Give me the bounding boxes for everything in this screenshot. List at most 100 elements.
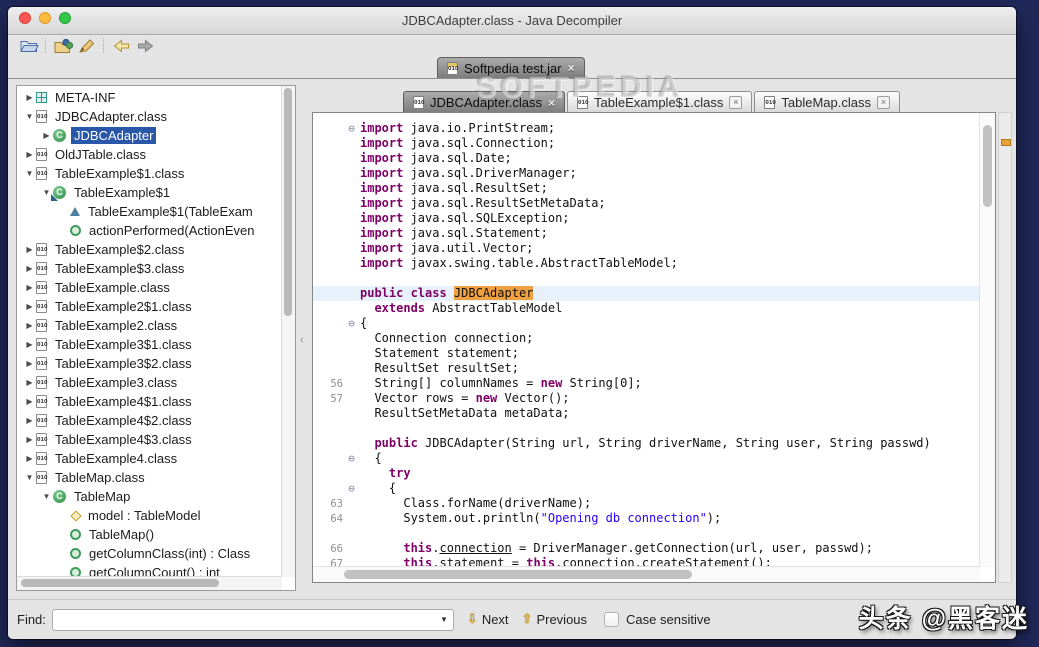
tree-item-tableexample4-1-class[interactable]: ▶010TableExample4$1.class xyxy=(17,392,282,411)
scrollbar-thumb[interactable] xyxy=(344,570,692,579)
title-bar[interactable]: JDBCAdapter.class - Java Decompiler xyxy=(8,7,1016,35)
window-title: JDBCAdapter.class - Java Decompiler xyxy=(8,7,1016,34)
expand-arrow-icon[interactable]: ▼ xyxy=(23,473,36,482)
tree-item-tableexample2-1-class[interactable]: ▶010TableExample2$1.class xyxy=(17,297,282,316)
next-arrow-icon: ⇩ xyxy=(467,612,478,627)
tree-item-getcolumnclass-int-class[interactable]: getColumnClass(int) : Class xyxy=(17,544,282,563)
tree-item-label: TableExample3$2.class xyxy=(52,355,195,372)
tree-item-label: OldJTable.class xyxy=(52,146,149,163)
expand-arrow-icon[interactable]: ▶ xyxy=(40,131,53,140)
minimize-window-button[interactable] xyxy=(39,12,51,24)
tree-item-tableexample-1-class[interactable]: ▼010TableExample$1.class xyxy=(17,164,282,183)
tree-item-tableexample3-class[interactable]: ▶010TableExample3.class xyxy=(17,373,282,392)
tree-item-model-tablemodel[interactable]: model : TableModel xyxy=(17,506,282,525)
tree-item-tableexample4-3-class[interactable]: ▶010TableExample4$3.class xyxy=(17,430,282,449)
expand-arrow-icon[interactable]: ▶ xyxy=(23,359,36,368)
tab-softpedia-test-jar[interactable]: 010 Softpedia test.jar × xyxy=(437,57,585,78)
search-pencil-icon xyxy=(78,38,96,54)
tree-item-tableexample2-class[interactable]: ▶010TableExample2.class xyxy=(17,316,282,335)
tree-item-meta-inf[interactable]: ▶META-INF xyxy=(17,88,282,107)
tree-horizontal-scrollbar[interactable] xyxy=(17,576,282,590)
zoom-window-button[interactable] xyxy=(59,12,71,24)
tree-item-tableexample-3-class[interactable]: ▶010TableExample$3.class xyxy=(17,259,282,278)
close-icon[interactable]: × xyxy=(877,96,890,109)
tree-item-tableexample-1[interactable]: ▼CTableExample$1 xyxy=(17,183,282,202)
open-file-button[interactable] xyxy=(17,37,41,55)
expand-arrow-icon[interactable]: ▼ xyxy=(40,492,53,501)
forward-button[interactable] xyxy=(133,37,157,55)
fold-icon[interactable]: ⊖ xyxy=(343,481,360,496)
expand-arrow-icon[interactable]: ▶ xyxy=(23,245,36,254)
expand-arrow-icon[interactable]: ▶ xyxy=(23,302,36,311)
code-area[interactable]: ⊖import java.io.PrintStream;import java.… xyxy=(313,121,980,567)
expand-arrow-icon[interactable]: ▶ xyxy=(23,150,36,159)
expand-arrow-icon[interactable]: ▶ xyxy=(23,416,36,425)
find-label: Find: xyxy=(17,612,46,627)
tree-vertical-scrollbar[interactable] xyxy=(281,86,295,577)
back-button[interactable] xyxy=(109,37,133,55)
tree-item-label: TableMap() xyxy=(86,526,157,543)
fold-icon[interactable]: ⊖ xyxy=(343,121,360,136)
expand-arrow-icon[interactable]: ▶ xyxy=(23,283,36,292)
code-editor[interactable]: ⊖import java.io.PrintStream;import java.… xyxy=(312,112,996,583)
tree-item-tablemap[interactable]: ▼CTableMap xyxy=(17,487,282,506)
expand-arrow-icon[interactable]: ▼ xyxy=(23,112,36,121)
expand-arrow-icon[interactable]: ▶ xyxy=(23,264,36,273)
expand-arrow-icon[interactable]: ▶ xyxy=(23,397,36,406)
open-type-button[interactable] xyxy=(51,37,75,55)
expand-arrow-icon[interactable]: ▶ xyxy=(23,340,36,349)
split-collapse-icon[interactable]: ‹ xyxy=(300,335,304,346)
tree-item-label: JDBCAdapter.class xyxy=(52,108,170,125)
tree-item-tableexample4-class[interactable]: ▶010TableExample4.class xyxy=(17,449,282,468)
expand-arrow-icon[interactable]: ▶ xyxy=(23,321,36,330)
find-previous-button[interactable]: ⇧ Previous xyxy=(522,612,587,627)
tree-item-tableexample-class[interactable]: ▶010TableExample.class xyxy=(17,278,282,297)
fold-icon[interactable]: ⊖ xyxy=(343,451,360,466)
editor-horizontal-scrollbar[interactable] xyxy=(313,566,980,582)
tree-item-jdbcadapter[interactable]: ▶CJDBCAdapter xyxy=(17,126,282,145)
tree-item-actionperformed-actioneven[interactable]: actionPerformed(ActionEven xyxy=(17,221,282,240)
code-line: 66 this.connection = DriverManager.getCo… xyxy=(313,541,980,556)
tab-tableexample-1-class[interactable]: 010TableExample$1.class× xyxy=(567,91,752,113)
tree-item-oldjtable-class[interactable]: ▶010OldJTable.class xyxy=(17,145,282,164)
code-line: import java.sql.Statement; xyxy=(313,226,980,241)
class-file-icon: 010 xyxy=(577,96,588,109)
close-icon[interactable]: × xyxy=(729,96,742,109)
tree-item-tableexample3-2-class[interactable]: ▶010TableExample3$2.class xyxy=(17,354,282,373)
code-line: ResultSet resultSet; xyxy=(313,361,980,376)
classfile-icon: 010 xyxy=(36,110,47,123)
tree-item-tableexample-1-tableexam[interactable]: TableExample$1(TableExam xyxy=(17,202,282,221)
tree-item-tablemap-class[interactable]: ▼010TableMap.class xyxy=(17,468,282,487)
case-sensitive-checkbox[interactable] xyxy=(604,612,619,627)
back-arrow-icon xyxy=(112,38,131,54)
scrollbar-thumb[interactable] xyxy=(21,579,219,587)
tree-item-jdbcadapter-class[interactable]: ▼010 JDBCAdapter.class xyxy=(17,107,282,126)
scrollbar-thumb[interactable] xyxy=(983,125,992,207)
editor-vertical-scrollbar[interactable] xyxy=(979,113,995,567)
tab-label: TableMap.class xyxy=(781,95,871,110)
find-input[interactable] xyxy=(57,611,435,629)
expand-arrow-icon[interactable]: ▼ xyxy=(23,169,36,178)
dropdown-arrow-icon[interactable]: ▼ xyxy=(440,615,448,625)
tree-item-tableexample-2-class[interactable]: ▶010TableExample$2.class xyxy=(17,240,282,259)
close-icon[interactable]: × xyxy=(548,97,555,109)
search-button[interactable] xyxy=(75,37,99,55)
tab-tablemap-class[interactable]: 010TableMap.class× xyxy=(754,91,900,113)
expand-arrow-icon[interactable]: ▶ xyxy=(23,454,36,463)
classfile-icon: 010 xyxy=(36,414,47,427)
expand-arrow-icon[interactable]: ▶ xyxy=(23,93,36,102)
close-icon[interactable]: × xyxy=(568,62,575,74)
occurrence-marker[interactable] xyxy=(1001,139,1011,146)
expand-arrow-icon[interactable]: ▶ xyxy=(23,435,36,444)
tab-jdbcadapter-class[interactable]: 010JDBCAdapter.class× xyxy=(403,91,565,113)
fold-icon[interactable]: ⊖ xyxy=(343,316,360,331)
tree-item-tableexample3-1-class[interactable]: ▶010TableExample3$1.class xyxy=(17,335,282,354)
close-window-button[interactable] xyxy=(19,12,31,24)
scrollbar-thumb[interactable] xyxy=(284,88,292,316)
class-tree-panel[interactable]: ▶META-INF▼010JDBCAdapter.class▶CJDBCAdap… xyxy=(16,85,296,591)
expand-arrow-icon[interactable]: ▶ xyxy=(23,378,36,387)
tree-item-tableexample4-2-class[interactable]: ▶010TableExample4$2.class xyxy=(17,411,282,430)
tree-item-tablemap[interactable]: TableMap() xyxy=(17,525,282,544)
find-next-button[interactable]: ⇩ Next xyxy=(467,612,509,627)
app-window: JDBCAdapter.class - Java Decompiler xyxy=(8,7,1016,639)
